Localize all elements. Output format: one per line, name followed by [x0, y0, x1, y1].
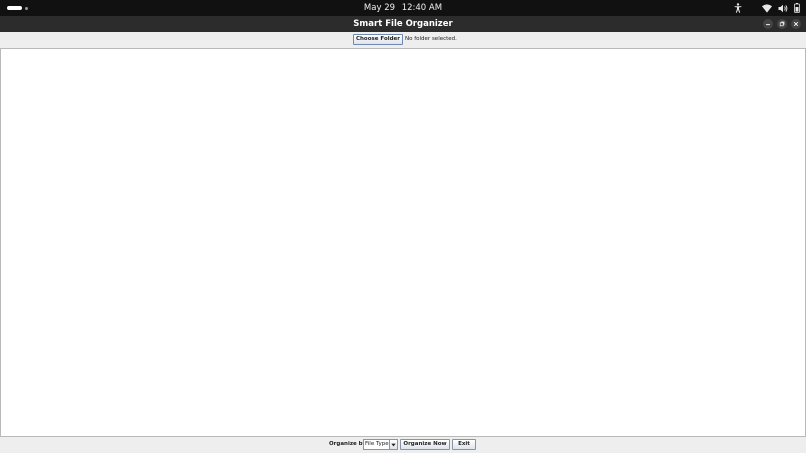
clock-time: 12:40 AM — [401, 3, 443, 13]
system-top-bar: May 29 12:40 AM — [0, 0, 806, 16]
chevron-down-icon — [391, 443, 396, 446]
accessibility-icon[interactable] — [734, 3, 742, 13]
organize-by-selected-value: File Type — [365, 441, 389, 447]
system-tray[interactable] — [734, 2, 800, 14]
app-window-body: Choose Folder No folder selected. Organi… — [0, 32, 806, 453]
restore-icon — [779, 21, 785, 27]
minimize-icon — [766, 24, 770, 26]
organize-by-select[interactable]: File Type — [363, 439, 398, 450]
file-list-area[interactable] — [0, 48, 806, 437]
window-controls — [763, 19, 801, 29]
battery-icon[interactable] — [794, 3, 800, 13]
volume-icon[interactable] — [778, 4, 788, 13]
close-icon — [793, 21, 799, 27]
wifi-icon[interactable] — [762, 3, 772, 13]
folder-toolbar: Choose Folder No folder selected. — [0, 32, 806, 48]
window-title: Smart File Organizer — [353, 19, 453, 29]
clock-date: May 29 — [363, 3, 396, 13]
exit-button[interactable]: Exit — [452, 439, 476, 450]
restore-button[interactable] — [777, 19, 787, 29]
minimize-button[interactable] — [763, 19, 773, 29]
close-button[interactable] — [791, 19, 801, 29]
dropdown-button[interactable] — [389, 440, 397, 449]
clock[interactable]: May 29 12:40 AM — [0, 1, 806, 15]
folder-status-label: No folder selected. — [405, 36, 457, 42]
choose-folder-button[interactable]: Choose Folder — [353, 34, 403, 45]
organize-now-button[interactable]: Organize Now — [400, 439, 450, 450]
bottom-controls: Organize by: File Type Organize Now Exit — [0, 437, 806, 453]
window-title-bar[interactable]: Smart File Organizer — [0, 16, 806, 32]
